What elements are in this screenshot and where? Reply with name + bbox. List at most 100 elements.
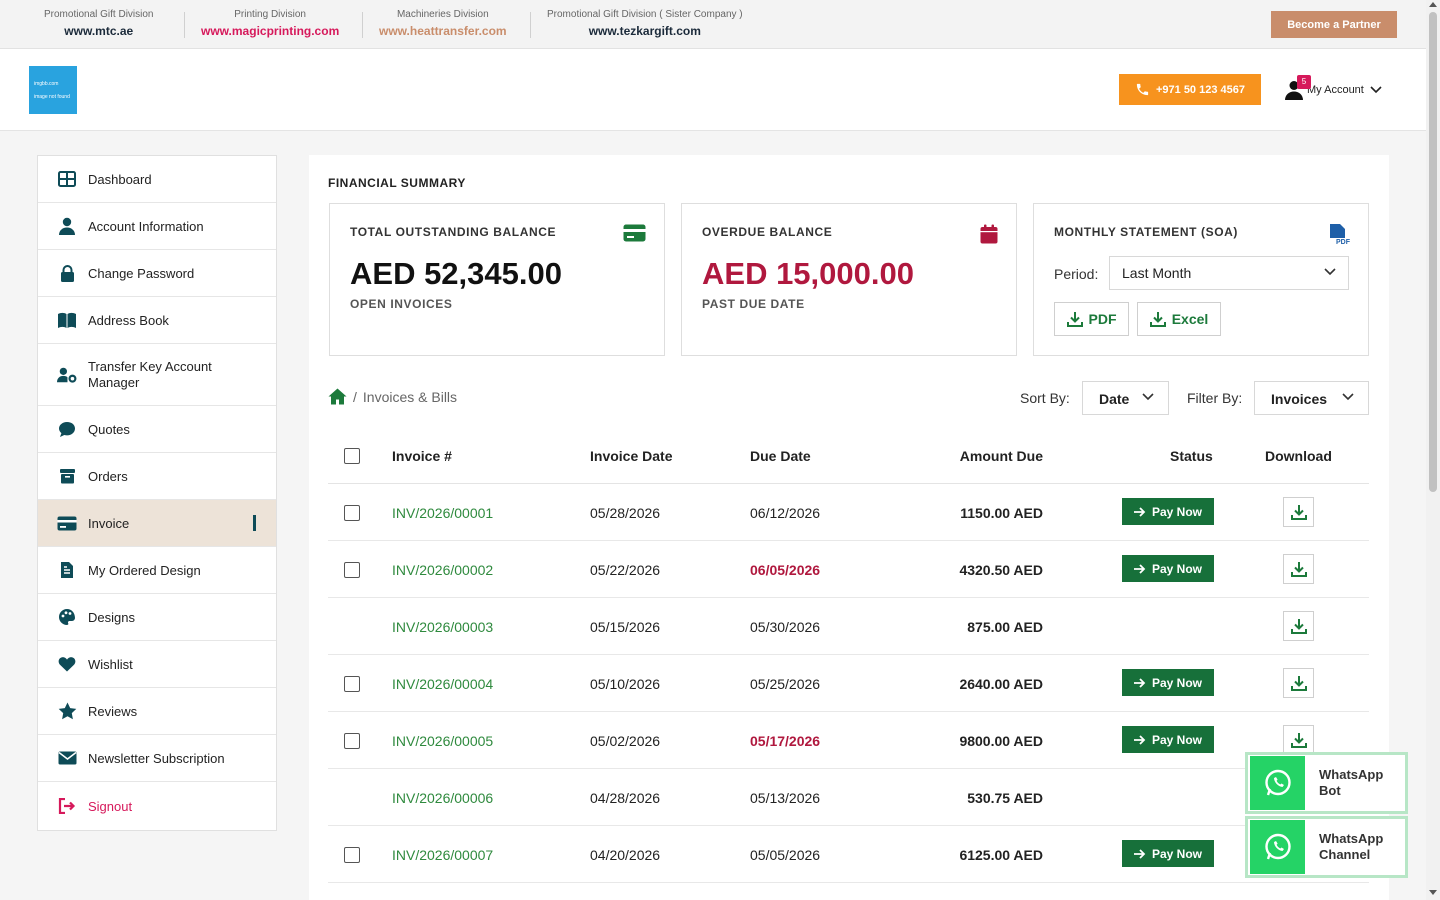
sidebar-item-account-information[interactable]: Account Information: [38, 203, 276, 250]
division-url[interactable]: www.mtc.ae: [44, 24, 153, 38]
invoice-number-link[interactable]: INV/2026/00006: [392, 790, 493, 806]
row-checkbox[interactable]: [344, 562, 360, 578]
download-invoice-button[interactable]: [1283, 668, 1314, 698]
table-row: INV/2026/00005 05/02/2026 05/17/2026 9800.0…: [328, 712, 1369, 769]
col-download: Download: [1265, 448, 1332, 464]
row-checkbox[interactable]: [344, 505, 360, 521]
division-link-heattransfer[interactable]: Machineries Division www.heattransfer.co…: [379, 9, 507, 38]
division-link-tezkargift[interactable]: Promotional Gift Division ( Sister Compa…: [547, 9, 743, 38]
scrollbar-thumb[interactable]: [1429, 12, 1437, 492]
filter-select[interactable]: Invoices: [1254, 381, 1369, 415]
division-url[interactable]: www.magicprinting.com: [201, 24, 339, 38]
monthly-statement-card: MONTHLY STATEMENT (SOA) PDF Period: Last…: [1033, 203, 1369, 356]
invoice-number-link[interactable]: INV/2026/00005: [392, 733, 493, 749]
sidebar-item-dashboard[interactable]: Dashboard: [38, 156, 276, 203]
filter-value: Invoices: [1271, 391, 1328, 407]
box-icon: [57, 466, 77, 486]
sidebar-item-signout[interactable]: Signout: [38, 782, 276, 830]
become-partner-button[interactable]: Become a Partner: [1271, 11, 1397, 38]
download-invoice-button[interactable]: [1283, 611, 1314, 641]
period-value: Last Month: [1122, 265, 1192, 281]
select-all-checkbox[interactable]: [344, 448, 360, 464]
scroll-up-arrow[interactable]: [1429, 2, 1437, 7]
table-row: INV/2026/00006 04/28/2026 05/13/2026 530.75…: [328, 769, 1369, 826]
pdf-file-icon: PDF: [1329, 223, 1351, 250]
divider: [530, 12, 531, 38]
invoice-number-link[interactable]: INV/2026/00004: [392, 676, 493, 692]
whatsapp-bot-widget[interactable]: WhatsApp Bot: [1245, 752, 1408, 814]
sidebar-item-invoice[interactable]: Invoice: [38, 500, 276, 547]
sidebar-item-wishlist[interactable]: Wishlist: [38, 641, 276, 688]
whatsapp-bot-label: WhatsApp Bot: [1319, 767, 1383, 799]
amount-due: 530.75 AED: [967, 790, 1043, 806]
sidebar-item-change-password[interactable]: Change Password: [38, 250, 276, 297]
col-due-date: Due Date: [750, 448, 811, 464]
sidebar-item-orders[interactable]: Orders: [38, 453, 276, 500]
division-label: Promotional Gift Division ( Sister Compa…: [547, 9, 743, 20]
row-checkbox[interactable]: [344, 733, 360, 749]
star-icon: [57, 701, 77, 721]
division-url[interactable]: www.tezkargift.com: [547, 24, 743, 38]
invoice-number-link[interactable]: INV/2026/00002: [392, 562, 493, 578]
due-date: 05/30/2026: [750, 619, 821, 635]
sort-select[interactable]: Date: [1082, 381, 1169, 415]
download-icon: [1290, 505, 1307, 520]
pay-now-button[interactable]: Pay Now: [1122, 726, 1214, 753]
amount-due: 1150.00 AED: [960, 505, 1043, 521]
sidebar-item-quotes[interactable]: Quotes: [38, 406, 276, 453]
financial-summary-title: FINANCIAL SUMMARY: [328, 176, 466, 190]
logo-text: imgbb.com: [34, 81, 59, 87]
division-url[interactable]: www.heattransfer.com: [379, 24, 507, 38]
filter-label: Filter By:: [1187, 390, 1243, 406]
lock-icon: [57, 263, 77, 283]
arrow-right-icon: [1133, 563, 1146, 574]
sidebar-item-reviews[interactable]: Reviews: [38, 688, 276, 735]
invoice-number-link[interactable]: INV/2026/00001: [392, 505, 493, 521]
pay-now-button[interactable]: Pay Now: [1122, 498, 1214, 525]
home-icon[interactable]: [328, 388, 347, 405]
amount-due: 2640.00 AED: [959, 676, 1043, 692]
invoice-number-link[interactable]: INV/2026/00007: [392, 847, 493, 863]
row-checkbox[interactable]: [344, 676, 360, 692]
whatsapp-channel-widget[interactable]: WhatsApp Channel: [1245, 816, 1408, 878]
sidebar-item-newsletter-subscription[interactable]: Newsletter Subscription: [38, 735, 276, 782]
period-select[interactable]: Last Month: [1109, 256, 1349, 290]
card-icon: [623, 224, 646, 247]
division-link-magicprinting[interactable]: Printing Division www.magicprinting.com: [201, 9, 339, 38]
whatsapp-channel-line1: WhatsApp: [1319, 831, 1384, 846]
invoice-number-link[interactable]: INV/2026/00003: [392, 619, 493, 635]
scroll-down-arrow[interactable]: [1429, 890, 1437, 895]
col-status: Status: [1170, 448, 1213, 464]
my-account-menu[interactable]: 5 My Account: [1285, 75, 1382, 104]
outstanding-amount: AED 52,345.00: [350, 256, 562, 291]
division-link-mtc[interactable]: Promotional Gift Division www.mtc.ae: [44, 9, 153, 38]
pay-now-button[interactable]: Pay Now: [1122, 669, 1214, 696]
download-pdf-button[interactable]: PDF: [1054, 302, 1129, 336]
due-date: 05/05/2026: [750, 847, 821, 863]
sidebar-item-designs[interactable]: Designs: [38, 594, 276, 641]
download-invoice-button[interactable]: [1283, 497, 1314, 527]
row-checkbox[interactable]: [344, 847, 360, 863]
download-excel-button[interactable]: Excel: [1137, 302, 1221, 336]
arrow-right-icon: [1133, 506, 1146, 517]
pay-now-label: Pay Now: [1151, 561, 1202, 576]
document-icon: [57, 560, 77, 580]
col-invoice-date: Invoice Date: [590, 448, 673, 464]
pay-now-button[interactable]: Pay Now: [1122, 840, 1214, 867]
invoice-date: 05/28/2026: [590, 505, 661, 521]
table-row: INV/2026/00002 05/22/2026 06/05/2026 4320.5…: [328, 541, 1369, 598]
sidebar-item-transfer-key-account-manager[interactable]: Transfer Key Account Manager: [38, 344, 276, 406]
arrow-right-icon: [1133, 848, 1146, 859]
page-scrollbar[interactable]: [1426, 0, 1440, 900]
phone-call-button[interactable]: +971 50 123 4567: [1119, 74, 1261, 105]
download-invoice-button[interactable]: [1283, 554, 1314, 584]
sidebar-item-my-ordered-design[interactable]: My Ordered Design: [38, 547, 276, 594]
pay-now-button[interactable]: Pay Now: [1122, 555, 1214, 582]
table-row: INV/2026/00001 05/28/2026 06/12/2026 1150.0…: [328, 484, 1369, 541]
pay-now-label: Pay Now: [1151, 504, 1202, 519]
download-invoice-button[interactable]: [1283, 725, 1314, 755]
site-logo[interactable]: imgbb.com image not found: [29, 66, 77, 114]
sidebar-item-address-book[interactable]: Address Book: [38, 297, 276, 344]
logo-subtext: image not found: [34, 94, 70, 100]
chevron-down-icon: [1370, 86, 1382, 94]
